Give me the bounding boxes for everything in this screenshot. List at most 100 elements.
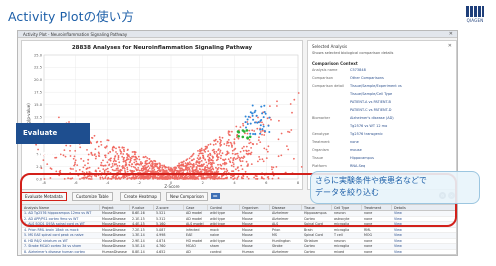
scatter-point — [223, 162, 226, 165]
scatter-point — [138, 172, 140, 175]
scatter-point — [219, 142, 221, 145]
scatter-point — [137, 167, 140, 169]
table-cell: 8.8E-14 — [132, 249, 145, 254]
table-row[interactable]: 8. Alzheimer's disease human cortex Human… — [22, 249, 456, 255]
scatter-point — [188, 167, 191, 170]
scatter-point — [67, 177, 69, 180]
table-cell: 7.2E-15 — [132, 227, 145, 232]
scatter-point — [151, 164, 154, 167]
panel-row-value[interactable]: Tissue/Sample/Cell Type — [350, 92, 452, 100]
highlighted-point — [255, 114, 258, 117]
scatter-point — [166, 166, 168, 169]
share-icon[interactable]: ▸▸ — [211, 193, 220, 199]
scatter-point — [207, 150, 210, 152]
table-cell[interactable]: View — [392, 239, 456, 244]
scatter-point — [127, 154, 130, 156]
scatter-point — [225, 168, 228, 170]
column-header[interactable]: Tissue — [302, 205, 332, 210]
scatter-point — [190, 155, 193, 158]
column-header[interactable]: Details — [392, 205, 456, 210]
table-cell[interactable]: 3. ALS SOD1 G93A spinal cord vs WT — [22, 222, 100, 227]
panel-row: Treatment none — [308, 140, 456, 148]
panel-row-value[interactable]: Hippocampus — [350, 156, 452, 164]
evaluate-metadata-button[interactable]: Evaluate Metadata — [21, 192, 67, 201]
scatter-point — [221, 152, 224, 155]
scatter-point — [180, 172, 182, 175]
table-cell[interactable]: View — [392, 233, 456, 238]
table-cell[interactable]: View — [392, 211, 456, 216]
scatter-point — [169, 174, 171, 176]
table-cell: RML — [364, 227, 371, 232]
column-header[interactable]: P-value — [130, 205, 154, 210]
scatter-point — [157, 172, 160, 174]
window-close-icon[interactable]: ✕ — [449, 31, 453, 38]
scatter-point — [93, 134, 96, 137]
column-header[interactable]: Treatment — [362, 205, 392, 210]
table-cell: none — [364, 211, 373, 215]
table-cell: wild type — [210, 211, 226, 215]
scatter-point — [230, 174, 233, 177]
table-cell[interactable]: 2. AD APP/PS1 cortex 9mo vs WT — [22, 217, 100, 222]
panel-row-value[interactable]: none — [350, 140, 452, 148]
table-cell[interactable]: 7. Stroke MCAO cortex 3d vs sham — [22, 244, 100, 249]
panel-row-value[interactable]: Other Comparisons — [350, 76, 452, 84]
scatter-point — [75, 170, 77, 172]
table-cell[interactable]: View — [392, 222, 456, 227]
column-header[interactable]: Cell Type — [332, 205, 362, 210]
table-cell: control — [210, 249, 222, 254]
table-cell[interactable]: View — [392, 250, 456, 255]
table-cell[interactable]: 8. Alzheimer's disease human cortex — [22, 250, 100, 255]
scatter-point — [208, 174, 210, 177]
scatter-point — [169, 170, 171, 172]
column-header[interactable]: Organism — [240, 205, 270, 210]
scatter-point — [171, 174, 174, 176]
table-cell[interactable]: 6. HD R6/2 striatum vs WT — [22, 239, 100, 244]
scatter-point — [106, 167, 109, 170]
panel-row-value[interactable]: PATIENT-A vs PATIENT-B — [350, 100, 452, 108]
column-header[interactable]: Control — [208, 205, 240, 210]
highlighted-point — [251, 114, 254, 117]
scatter-point — [218, 136, 221, 139]
scatter-point — [90, 142, 93, 145]
table-cell[interactable]: View — [392, 244, 456, 249]
scatter-point — [121, 146, 124, 149]
table-cell[interactable]: 1. AD Tg2576 hippocampus 12mo vs WT — [22, 211, 100, 216]
scatter-point — [277, 155, 280, 158]
table-cell[interactable]: 5. MS EAE spinal cord peak vs naive — [22, 233, 100, 238]
panel-row-value[interactable]: Tg2576 vs WT 12 mo — [350, 124, 452, 132]
panel-row-value[interactable]: mouse — [350, 148, 452, 156]
scatter-point — [110, 177, 113, 180]
scatter-point — [133, 151, 135, 153]
column-header[interactable]: Case — [184, 205, 208, 210]
table-cell[interactable]: 4. Prion RML brain 18wk vs mock — [22, 228, 100, 233]
column-header[interactable]: Z-score — [154, 205, 184, 210]
panel-row-value[interactable]: Tissue/Sample/Experiment vs — [350, 84, 452, 92]
scatter-plot-svg[interactable]: 25.022.520.017.515.012.510.07.55.02.50.0… — [22, 41, 304, 191]
scatter-point — [132, 155, 134, 158]
panel-row-value[interactable]: PATIENT-C vs PATIENT-D — [350, 108, 452, 116]
create-heatmap-button[interactable]: Create Heatmap — [120, 192, 161, 201]
scatter-point — [115, 174, 118, 177]
panel-row-value[interactable]: Tg2576 transgenic — [350, 132, 452, 140]
scatter-point — [173, 177, 176, 179]
new-comparison-button[interactable]: New Comparison — [166, 192, 208, 201]
column-header[interactable]: Project — [100, 205, 130, 210]
table-cell[interactable]: View — [392, 228, 456, 233]
panel-row-value[interactable]: C573848 — [350, 68, 452, 76]
customize-table-button[interactable]: Customize Table — [72, 192, 113, 201]
scatter-point — [126, 170, 129, 173]
analysis-table[interactable]: Analysis Name Project P-value Z-score Case Co… — [21, 204, 457, 255]
scatter-point — [117, 158, 120, 160]
panel-row-value[interactable]: Alzheimer's disease (AD) — [350, 116, 452, 124]
scatter-point — [241, 177, 243, 180]
panel-description: Shows selected biological comparison det… — [312, 51, 394, 55]
scatter-point — [250, 147, 253, 149]
scatter-point — [236, 176, 239, 179]
activity-plot[interactable]: 25.022.520.017.515.012.510.07.55.02.50.0… — [21, 40, 303, 190]
column-header[interactable]: Analysis Name — [22, 205, 100, 210]
scatter-point — [204, 151, 207, 153]
column-header[interactable]: Disease — [270, 205, 302, 210]
table-cell[interactable]: View — [392, 217, 456, 222]
scatter-point — [195, 163, 198, 165]
panel-close-icon[interactable]: ✕ — [448, 43, 452, 49]
